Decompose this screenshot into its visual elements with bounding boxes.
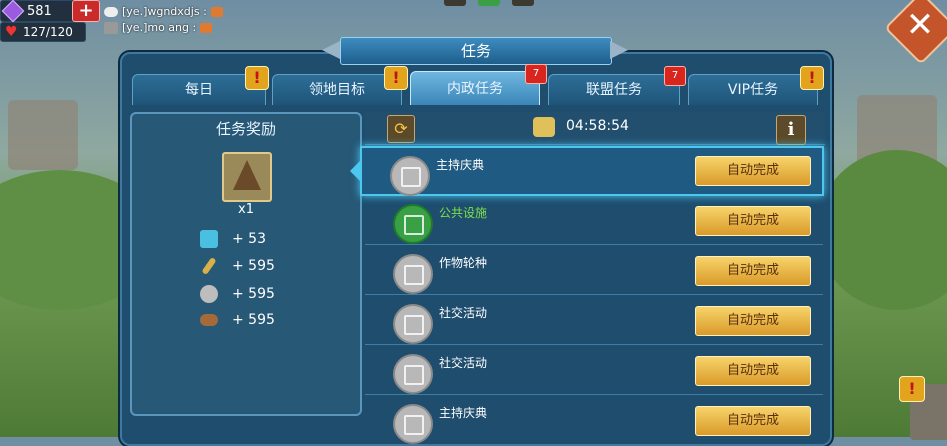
reward-resource-value: + 595: [232, 286, 275, 302]
reward-panel: 任务奖励 x1 + 53 + 595 + 595 + 595: [130, 112, 362, 416]
seal-icon: [393, 354, 433, 394]
seal-icon: [393, 204, 433, 244]
alert-icon: !: [384, 66, 408, 90]
task-name: 社交活动: [439, 356, 488, 370]
buy-gems-button[interactable]: +: [72, 0, 100, 22]
seal-icon: [393, 404, 433, 444]
auto-complete-button[interactable]: 自动完成: [695, 256, 811, 286]
task-row[interactable]: 主持庆典 自动完成: [360, 146, 824, 196]
gem-icon: [1, 0, 25, 23]
arrow-right-icon: [610, 41, 628, 59]
reward-resource-value: + 53: [232, 231, 266, 247]
auto-complete-button[interactable]: 自动完成: [695, 406, 811, 436]
reward-resource-value: + 595: [232, 312, 275, 328]
task-count-badge: 7: [664, 66, 686, 86]
auto-complete-button[interactable]: 自动完成: [695, 156, 811, 186]
reward-resource-value: + 595: [232, 258, 275, 274]
reward-item-slot[interactable]: [222, 152, 272, 202]
reward-title: 任务奖励: [215, 120, 276, 138]
task-name: 公共设施: [439, 206, 488, 220]
background-hill-right: [817, 150, 947, 310]
auto-complete-button[interactable]: 自动完成: [695, 306, 811, 336]
task-count-badge: 7: [525, 64, 547, 84]
arrow-left-icon: [322, 41, 340, 59]
task-row[interactable]: 作物轮种 自动完成: [365, 246, 823, 295]
close-icon[interactable]: ✕: [901, 6, 939, 44]
tab-territory-goals[interactable]: 领地目标: [272, 74, 402, 105]
alert-icon: !: [899, 376, 925, 402]
task-row[interactable]: 社交活动 自动完成: [365, 296, 823, 345]
window-title-plate: 任务: [322, 37, 628, 65]
auto-complete-button[interactable]: 自动完成: [695, 356, 811, 386]
gem-count: 581: [27, 3, 52, 19]
reward-resource-row: + 595: [200, 285, 275, 303]
reward-resource-row: + 595: [200, 312, 275, 328]
exp-icon: [200, 230, 218, 248]
auto-complete-button[interactable]: 自动完成: [695, 206, 811, 236]
refresh-timer: 04:58:54: [566, 118, 629, 134]
wood-icon: [200, 314, 218, 326]
tab-domestic-tasks[interactable]: 内政任务: [410, 71, 540, 105]
top-buttons: [444, 0, 534, 6]
chat-line: [ye.]wgndxdjs :: [122, 5, 207, 18]
top-button-stub[interactable]: [478, 0, 500, 6]
timer-icon: [533, 117, 555, 137]
top-button-stub[interactable]: [444, 0, 466, 6]
cake-icon: [200, 23, 213, 33]
tab-label: 每日: [185, 82, 213, 98]
tab-label: VIP任务: [727, 82, 779, 98]
task-name: 社交活动: [439, 306, 488, 320]
reward-resource-row: + 53: [200, 230, 266, 248]
refresh-icon: ⟳: [394, 119, 408, 138]
task-row[interactable]: 公共设施 自动完成: [365, 196, 823, 245]
info-button[interactable]: i: [776, 115, 806, 145]
alert-icon: !: [245, 66, 269, 90]
stamina-counter: ♥ 127/120: [0, 22, 86, 42]
reward-quantity: x1: [238, 202, 254, 217]
tree-icon: [233, 160, 261, 190]
seal-icon: [393, 254, 433, 294]
top-button-stub[interactable]: [512, 0, 534, 6]
seal-icon: [393, 304, 433, 344]
info-icon: i: [787, 119, 795, 140]
refresh-button[interactable]: ⟳: [387, 115, 415, 143]
stamina-value: 127/120: [23, 25, 73, 39]
tab-vip-tasks[interactable]: VIP任务: [688, 74, 818, 105]
cake-icon: [210, 7, 223, 17]
task-name: 作物轮种: [439, 256, 488, 270]
reward-resource-row: + 595: [200, 256, 275, 276]
tab-label: 内政任务: [447, 81, 503, 97]
guild-icon: [104, 22, 118, 34]
tab-label: 领地目标: [309, 82, 365, 98]
stone-icon: [200, 285, 218, 303]
wheat-icon: [201, 256, 217, 276]
chat-bubble-icon: [104, 7, 118, 17]
background-castle-left: [8, 100, 78, 170]
task-name: 主持庆典: [439, 406, 488, 420]
task-name: 主持庆典: [436, 158, 485, 172]
seal-icon: [390, 156, 430, 196]
heart-icon: ♥: [5, 24, 18, 40]
alert-icon: !: [800, 66, 824, 90]
chat-line: [ye.]mo ang :: [122, 21, 197, 34]
chat-preview[interactable]: [ye.]wgndxdjs : [ye.]mo ang :: [104, 4, 223, 36]
tab-alliance-tasks[interactable]: 联盟任务: [548, 74, 680, 105]
tab-label: 联盟任务: [586, 82, 642, 98]
task-row[interactable]: 社交活动 自动完成: [365, 346, 823, 395]
window-title: 任务: [340, 37, 612, 65]
